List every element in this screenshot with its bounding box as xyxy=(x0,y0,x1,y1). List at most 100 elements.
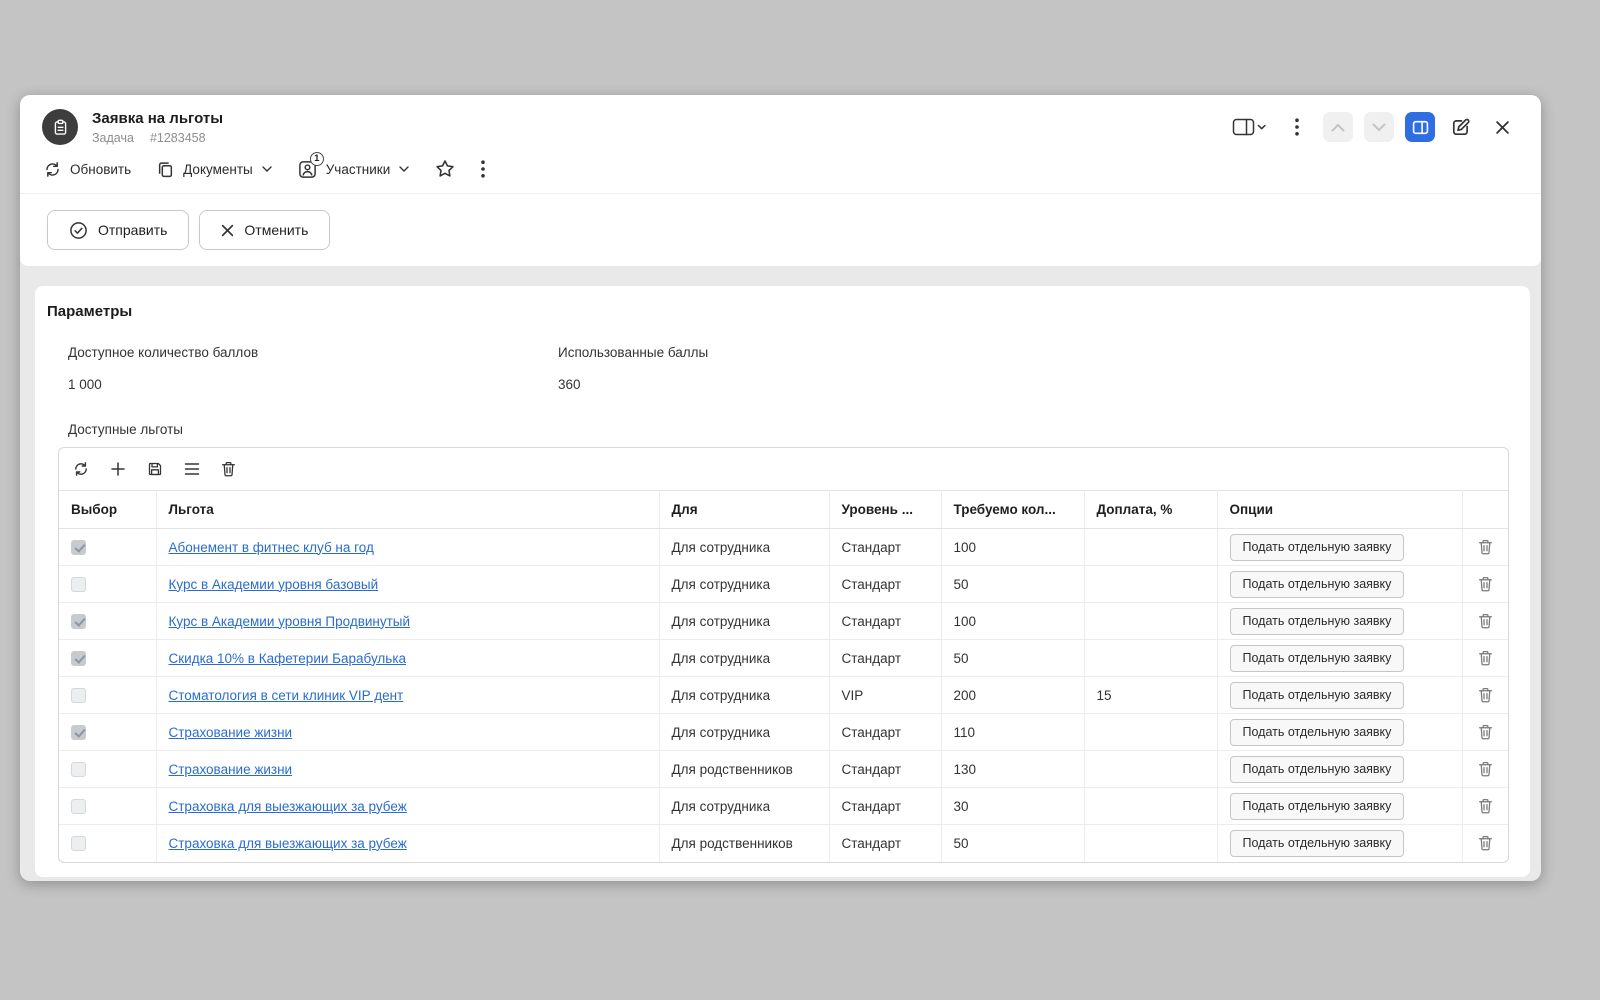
table-list-button[interactable] xyxy=(184,462,200,476)
benefits-table-body: Абонемент в фитнес клуб на год Для сотру… xyxy=(59,528,1508,862)
favorite-button[interactable] xyxy=(435,159,455,179)
submit-separate-request-button[interactable]: Подать отдельную заявку xyxy=(1229,681,1405,709)
benefit-surcharge: 15 xyxy=(1084,676,1218,714)
split-view-button[interactable] xyxy=(1405,112,1435,142)
benefit-level: Стандарт xyxy=(829,713,942,751)
row-checkbox[interactable] xyxy=(71,650,86,666)
submit-separate-request-button[interactable]: Подать отдельную заявку xyxy=(1229,533,1405,561)
task-header-card: Заявка на льготы Задача #1283458 Обновит… xyxy=(20,95,1541,266)
chevron-down-icon xyxy=(262,166,272,172)
kebab-menu-button[interactable] xyxy=(1282,112,1312,142)
submit-separate-request-button[interactable]: Подать отдельную заявку xyxy=(1229,829,1405,857)
star-icon xyxy=(436,160,454,177)
table-add-button[interactable] xyxy=(110,461,126,477)
title-block: Заявка на льготы Задача #1283458 xyxy=(92,110,1227,145)
row-delete-button[interactable] xyxy=(1475,761,1497,777)
table-row: Скидка 10% в Кафетерии Барабулька Для со… xyxy=(59,639,1508,677)
used-points-label: Использованные баллы xyxy=(558,345,709,360)
table-save-button[interactable] xyxy=(147,461,163,477)
benefits-table-container: Выбор Льгота Для Уровень ... Требуемо ко… xyxy=(58,447,1509,863)
table-delete-button[interactable] xyxy=(221,461,236,477)
row-delete-button[interactable] xyxy=(1475,539,1497,555)
benefit-required: 50 xyxy=(941,565,1085,603)
participants-label: Участники xyxy=(325,161,391,177)
benefit-surcharge xyxy=(1084,787,1218,825)
row-delete-button[interactable] xyxy=(1475,798,1497,814)
row-delete-button[interactable] xyxy=(1475,576,1497,592)
benefit-required: 200 xyxy=(941,676,1085,714)
chevron-down-icon xyxy=(399,166,409,172)
row-checkbox[interactable] xyxy=(71,613,86,629)
benefit-link[interactable]: Стоматология в сети клиник VIP дент xyxy=(169,688,404,703)
benefit-level: VIP xyxy=(829,676,942,714)
trash-icon xyxy=(1478,687,1492,703)
submit-separate-request-button[interactable]: Подать отдельную заявку xyxy=(1229,755,1405,783)
benefit-required: 30 xyxy=(941,787,1085,825)
cancel-label: Отменить xyxy=(244,222,309,238)
table-toolbar xyxy=(59,448,1508,490)
benefit-surcharge xyxy=(1084,639,1218,677)
window-header: Заявка на льготы Задача #1283458 xyxy=(20,95,1541,153)
cancel-button[interactable]: Отменить xyxy=(199,210,331,250)
table-row: Курс в Академии уровня базовый Для сотру… xyxy=(59,565,1508,603)
close-button[interactable] xyxy=(1487,112,1517,142)
col-header-select: Выбор xyxy=(59,490,157,529)
used-points: Использованные баллы 360 xyxy=(558,345,1048,392)
table-row: Абонемент в фитнес клуб на год Для сотру… xyxy=(59,528,1508,566)
submit-separate-request-button[interactable]: Подать отдельную заявку xyxy=(1229,644,1405,672)
benefit-for: Для родственников xyxy=(659,824,830,862)
table-row: Стоматология в сети клиник VIP дент Для … xyxy=(59,676,1508,714)
col-header-for: Для xyxy=(659,490,830,529)
row-checkbox[interactable] xyxy=(71,576,86,592)
table-row: Страховка для выезжающих за рубеж Для со… xyxy=(59,787,1508,825)
row-checkbox[interactable] xyxy=(71,836,86,852)
refresh-button[interactable]: Обновить xyxy=(44,161,131,178)
window-toolbar: Обновить Документы 1 Участники xyxy=(20,151,1541,191)
row-checkbox[interactable] xyxy=(71,798,86,814)
submit-separate-request-button[interactable]: Подать отдельную заявку xyxy=(1229,607,1405,635)
benefit-link[interactable]: Страховка для выезжающих за рубеж xyxy=(169,836,407,851)
row-checkbox[interactable] xyxy=(71,724,86,740)
documents-menu-button[interactable]: Документы xyxy=(157,161,272,178)
view-switcher-button[interactable] xyxy=(1227,112,1271,142)
table-refresh-button[interactable] xyxy=(73,461,89,477)
previous-task-button[interactable] xyxy=(1323,112,1353,142)
row-delete-button[interactable] xyxy=(1475,650,1497,666)
desktop-background: Заявка на льготы Задача #1283458 Обновит… xyxy=(0,0,1600,1000)
row-delete-button[interactable] xyxy=(1475,613,1497,629)
benefit-link[interactable]: Абонемент в фитнес клуб на год xyxy=(169,540,374,555)
edit-icon xyxy=(1452,118,1470,136)
task-id: #1283458 xyxy=(149,130,206,145)
row-checkbox[interactable] xyxy=(71,539,86,555)
submit-separate-request-button[interactable]: Подать отдельную заявку xyxy=(1229,792,1405,820)
benefit-required: 110 xyxy=(941,713,1085,751)
submit-separate-request-button[interactable]: Подать отдельную заявку xyxy=(1229,718,1405,746)
row-delete-button[interactable] xyxy=(1475,687,1497,703)
used-points-value: 360 xyxy=(558,377,581,392)
benefit-link[interactable]: Курс в Академии уровня базовый xyxy=(169,577,379,592)
more-actions-button[interactable] xyxy=(481,160,486,178)
row-delete-button[interactable] xyxy=(1475,724,1497,740)
benefit-link[interactable]: Скидка 10% в Кафетерии Барабулька xyxy=(169,651,407,666)
window-title: Заявка на льготы xyxy=(92,109,224,127)
view-switcher-icon xyxy=(1232,118,1266,136)
benefit-link[interactable]: Страхование жизни xyxy=(169,725,293,740)
refresh-icon xyxy=(75,462,87,476)
save-icon xyxy=(148,462,162,476)
next-task-button[interactable] xyxy=(1364,112,1394,142)
participants-menu-button[interactable]: 1 Участники xyxy=(298,151,410,179)
benefit-link[interactable]: Страхование жизни xyxy=(169,762,293,777)
benefit-link[interactable]: Страховка для выезжающих за рубеж xyxy=(169,799,407,814)
submit-button[interactable]: Отправить xyxy=(47,210,190,250)
participants-icon-wrap: 1 xyxy=(298,151,324,179)
benefit-surcharge xyxy=(1084,750,1218,788)
row-checkbox[interactable] xyxy=(71,761,86,777)
edit-button[interactable] xyxy=(1446,112,1476,142)
row-delete-button[interactable] xyxy=(1475,835,1497,851)
points-summary: Доступное количество баллов 1 000 Исполь… xyxy=(68,345,1530,392)
benefit-link[interactable]: Курс в Академии уровня Продвинутый xyxy=(169,614,411,629)
submit-separate-request-button[interactable]: Подать отдельную заявку xyxy=(1229,570,1405,598)
row-checkbox[interactable] xyxy=(71,687,86,703)
submit-label: Отправить xyxy=(98,222,168,238)
available-points: Доступное количество баллов 1 000 xyxy=(68,345,558,392)
